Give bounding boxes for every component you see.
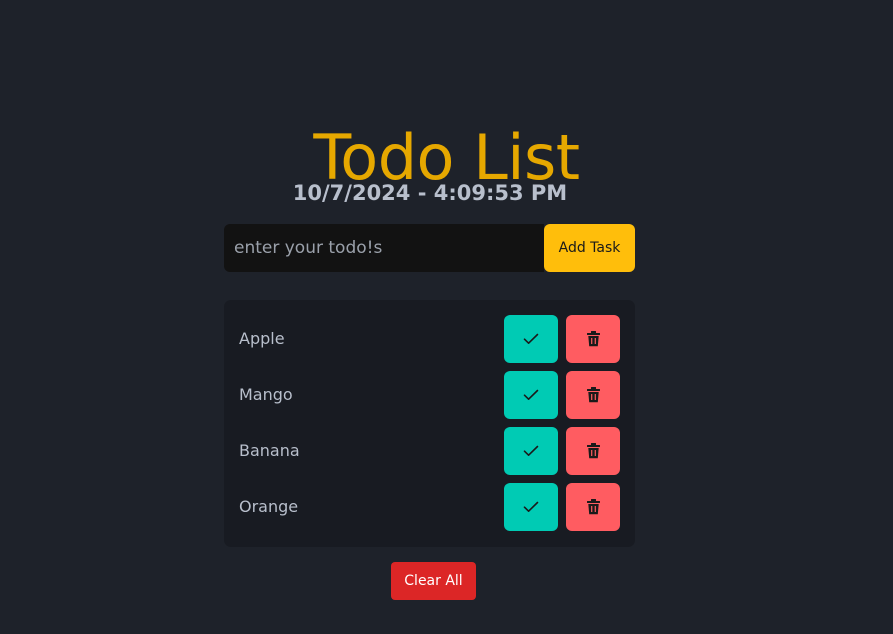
current-datetime: 10/7/2024 - 4:09:53 PM <box>292 181 568 205</box>
todo-item-label: Mango <box>239 385 293 404</box>
check-icon <box>523 333 539 344</box>
check-icon <box>523 445 539 456</box>
delete-button[interactable] <box>566 483 620 531</box>
add-task-button[interactable]: Add Task <box>544 224 635 272</box>
trash-icon <box>586 443 600 459</box>
delete-button[interactable] <box>566 315 620 363</box>
delete-button[interactable] <box>566 427 620 475</box>
complete-button[interactable] <box>504 371 558 419</box>
check-icon <box>523 501 539 512</box>
check-icon <box>523 389 539 400</box>
complete-button[interactable] <box>504 315 558 363</box>
todo-input[interactable] <box>224 224 544 272</box>
todo-item-label: Orange <box>239 497 299 516</box>
trash-icon <box>586 387 600 403</box>
complete-button[interactable] <box>504 483 558 531</box>
todo-item: Mango <box>224 371 635 419</box>
trash-icon <box>586 499 600 515</box>
todo-app: Todo List 10/7/2024 - 4:09:53 PM Add Tas… <box>0 0 893 634</box>
delete-button[interactable] <box>566 371 620 419</box>
todo-list: Apple Mango Banana Orange <box>224 300 635 547</box>
trash-icon <box>586 331 600 347</box>
todo-item: Apple <box>224 315 635 363</box>
todo-item: Banana <box>224 427 635 475</box>
todo-item-label: Banana <box>239 441 300 460</box>
clear-all-button[interactable]: Clear All <box>391 562 476 600</box>
todo-form: Add Task <box>224 224 635 272</box>
complete-button[interactable] <box>504 427 558 475</box>
todo-item: Orange <box>224 483 635 531</box>
todo-item-label: Apple <box>239 329 285 348</box>
